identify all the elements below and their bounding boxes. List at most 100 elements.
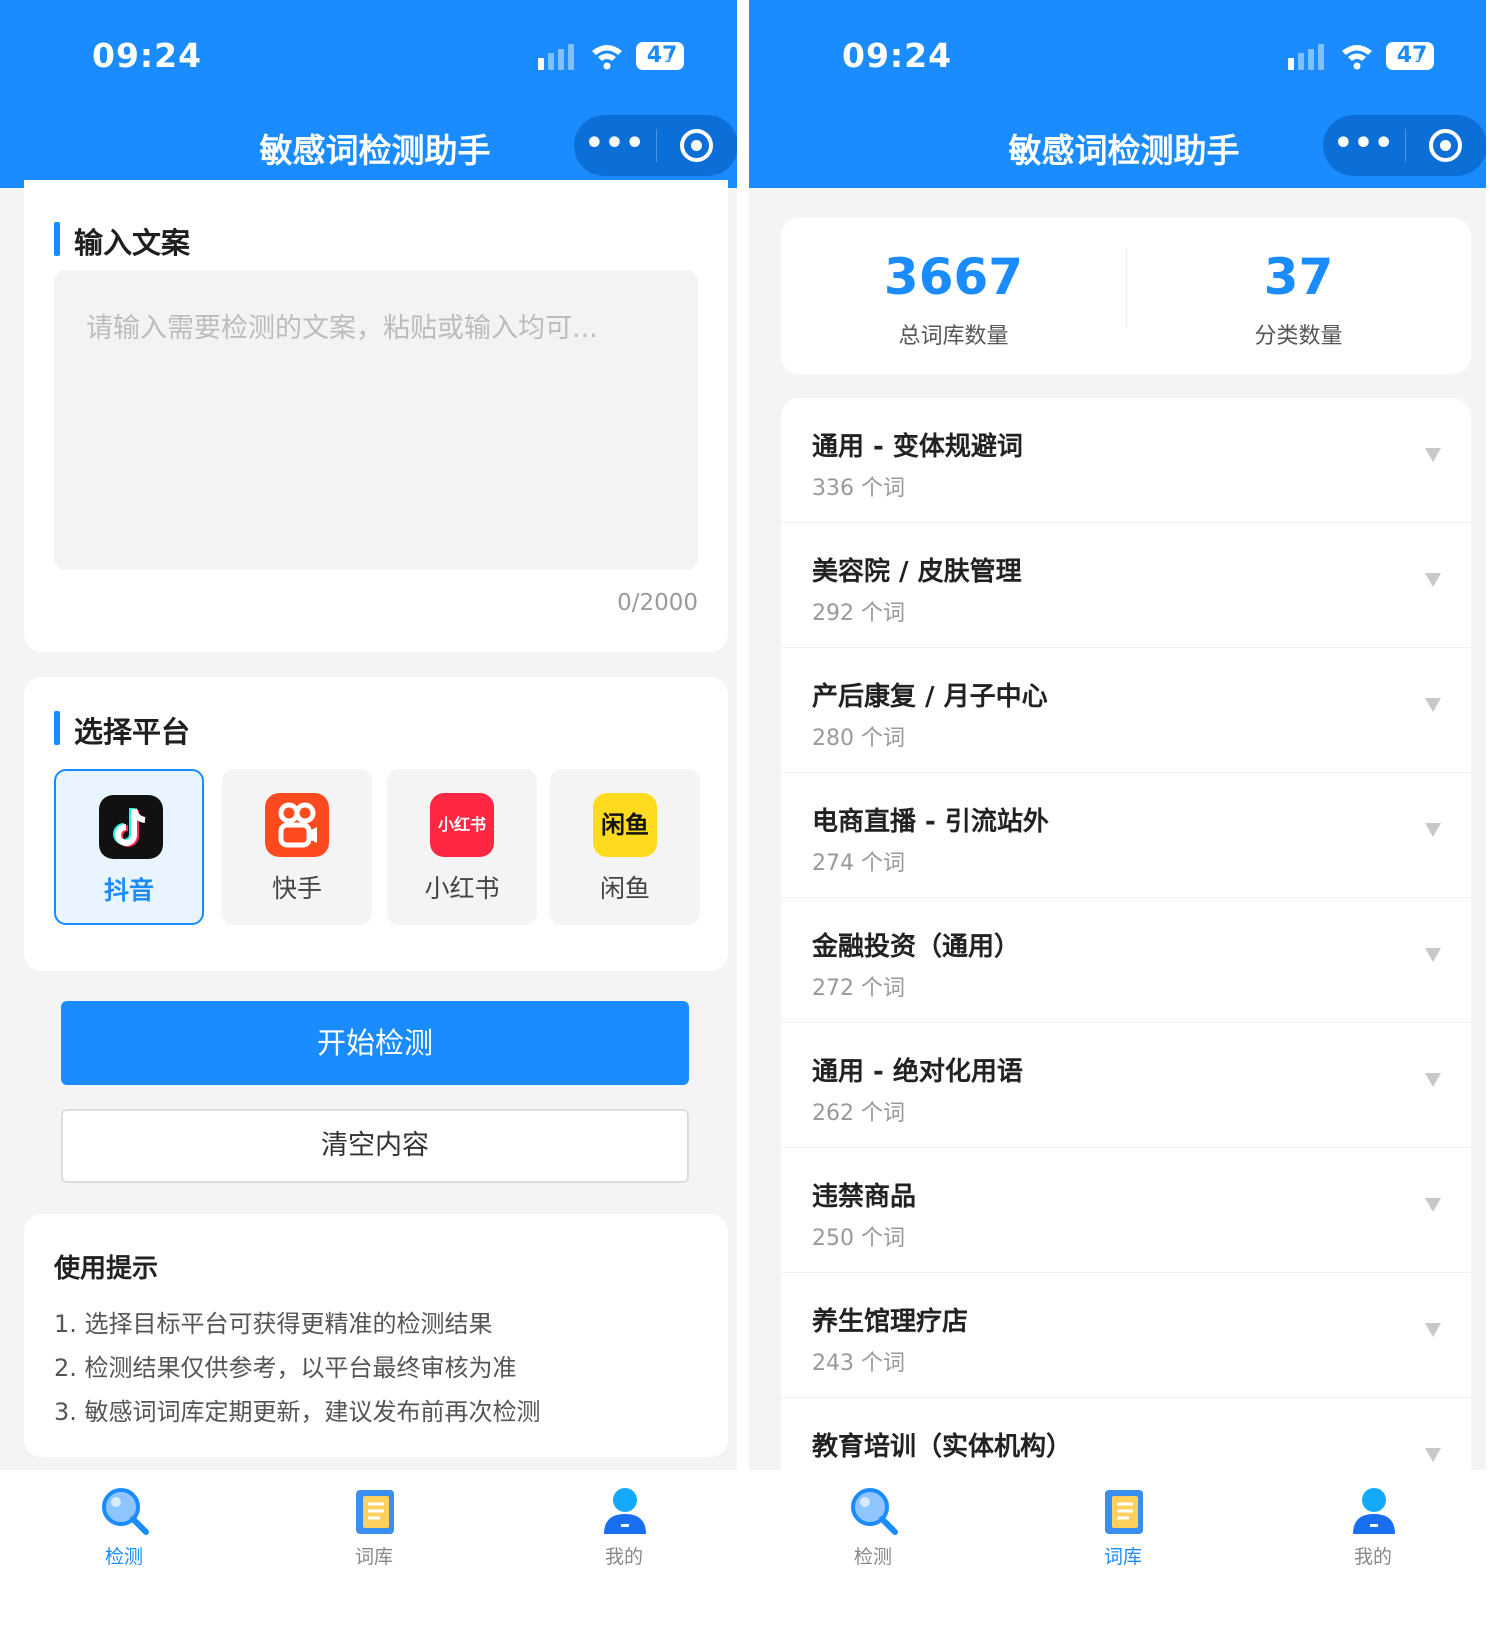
tab-library[interactable]: 词库 — [314, 1478, 434, 1578]
expand-arrow-icon[interactable] — [1425, 1198, 1441, 1212]
close-target-icon[interactable] — [680, 129, 713, 162]
battery-icon: 47 — [1386, 42, 1438, 70]
tip-item: 1. 选择目标平台可获得更精准的检测结果 — [54, 1310, 493, 1338]
tab-mine[interactable]: 我的 — [564, 1478, 684, 1578]
input-section-title: 输入文案 — [54, 220, 190, 262]
tab-label: 词库 — [1103, 1546, 1142, 1568]
category-word-count: 262 个词 — [812, 1101, 905, 1126]
status-time: 09:24 — [842, 36, 953, 75]
user-icon — [1353, 1488, 1395, 1534]
wifi-icon — [1342, 45, 1372, 70]
tips-title: 使用提示 — [54, 1254, 159, 1284]
category-item[interactable]: 养生馆理疗店 243 个词 — [781, 1273, 1471, 1398]
book-icon — [1105, 1490, 1143, 1534]
tab-label: 我的 — [604, 1546, 643, 1568]
wifi-icon — [592, 45, 622, 70]
mini-program-capsule: ••• — [574, 115, 737, 176]
library-screen: 09:24 47 敏感词检测助手 ••• 3667 总词库数量 37 分类数量 … — [749, 0, 1486, 1626]
input-card: 输入文案 0/2000 — [24, 180, 728, 652]
expand-arrow-icon[interactable] — [1425, 698, 1441, 712]
platform-kuaishou[interactable]: 快手 — [222, 769, 372, 925]
mini-program-capsule: ••• — [1323, 115, 1486, 176]
status-time: 09:24 — [92, 36, 203, 75]
top-bar: 09:24 47 敏感词检测助手 ••• — [0, 0, 737, 188]
category-item[interactable]: 通用 - 绝对化用语 262 个词 — [781, 1023, 1471, 1148]
stat-categories: 37 分类数量 — [1126, 218, 1471, 374]
category-name: 教育培训（实体机构） — [812, 1432, 1073, 1462]
expand-arrow-icon[interactable] — [1425, 823, 1441, 837]
category-item[interactable]: 产后康复 / 月子中心 280 个词 — [781, 648, 1471, 773]
category-item[interactable]: 金融投资（通用） 272 个词 — [781, 898, 1471, 1023]
tab-label: 词库 — [354, 1546, 393, 1568]
category-name: 金融投资（通用） — [812, 932, 1021, 962]
tab-mine[interactable]: 我的 — [1313, 1478, 1433, 1578]
expand-arrow-icon[interactable] — [1425, 448, 1441, 462]
tab-detect[interactable]: 检测 — [813, 1478, 933, 1578]
kuaishou-icon — [265, 793, 329, 857]
platform-name: 闲鱼 — [599, 874, 650, 903]
search-icon — [851, 1488, 898, 1535]
book-icon — [356, 1490, 394, 1534]
tab-label: 我的 — [1353, 1546, 1392, 1568]
douyin-icon — [99, 795, 163, 859]
category-name: 美容院 / 皮肤管理 — [812, 557, 1022, 587]
platform-section-title: 选择平台 — [54, 709, 190, 751]
more-button[interactable]: ••• — [574, 115, 656, 176]
expand-arrow-icon[interactable] — [1425, 1448, 1441, 1462]
clear-content-button[interactable]: 清空内容 — [61, 1109, 689, 1183]
platform-name: 快手 — [271, 874, 322, 903]
category-name: 违禁商品 — [812, 1182, 917, 1212]
category-word-count: 280 个词 — [812, 726, 905, 751]
expand-arrow-icon[interactable] — [1425, 573, 1441, 587]
platform-douyin[interactable]: 抖音 — [54, 769, 204, 925]
tab-library[interactable]: 词库 — [1063, 1478, 1183, 1578]
signal-icon — [538, 44, 574, 70]
tab-label: 检测 — [104, 1546, 143, 1568]
tip-item: 3. 敏感词词库定期更新，建议发布前再次检测 — [54, 1398, 541, 1426]
search-icon — [102, 1488, 149, 1535]
category-name: 养生馆理疗店 — [812, 1307, 969, 1337]
category-label: 分类数量 — [1254, 324, 1343, 349]
copy-text-input[interactable] — [54, 270, 698, 570]
category-word-count: 243 个词 — [812, 1351, 905, 1376]
category-name: 通用 - 绝对化用语 — [812, 1057, 1023, 1087]
expand-arrow-icon[interactable] — [1425, 948, 1441, 962]
user-icon — [604, 1488, 646, 1534]
category-word-count: 272 个词 — [812, 976, 905, 1001]
tab-detect[interactable]: 检测 — [64, 1478, 184, 1578]
platform-card: 选择平台 抖音 快手 小红书 小红书 闲鱼 闲鱼 — [24, 677, 728, 971]
category-word-count: 336 个词 — [812, 476, 905, 501]
category-item[interactable]: 通用 - 变体规避词 336 个词 — [781, 398, 1471, 523]
more-button[interactable]: ••• — [1323, 115, 1405, 176]
total-word-count: 3667 — [883, 248, 1024, 306]
platform-xiaohongshu[interactable]: 小红书 小红书 — [387, 769, 537, 925]
battery-icon: 47 — [636, 42, 688, 70]
platform-name: 抖音 — [103, 876, 154, 905]
detect-screen: 09:24 47 敏感词检测助手 ••• 输入文案 0/2000 — [0, 0, 737, 1626]
platform-xianyu[interactable]: 闲鱼 闲鱼 — [550, 769, 700, 925]
xianyu-icon: 闲鱼 — [593, 793, 657, 857]
category-item[interactable]: 美容院 / 皮肤管理 292 个词 — [781, 523, 1471, 648]
category-word-count: 274 个词 — [812, 851, 905, 876]
top-bar: 09:24 47 敏感词检测助手 ••• — [749, 0, 1486, 188]
category-name: 产后康复 / 月子中心 — [812, 682, 1048, 712]
expand-arrow-icon[interactable] — [1425, 1073, 1441, 1087]
category-name: 电商直播 - 引流站外 — [812, 807, 1049, 837]
tab-label: 检测 — [853, 1546, 892, 1568]
signal-icon — [1288, 44, 1324, 70]
close-target-icon[interactable] — [1429, 129, 1462, 162]
category-count: 37 — [1263, 248, 1334, 306]
category-list: 通用 - 变体规避词 336 个词 美容院 / 皮肤管理 292 个词 产后康复… — [781, 398, 1471, 1488]
expand-arrow-icon[interactable] — [1425, 1323, 1441, 1337]
total-word-label: 总词库数量 — [898, 324, 1009, 349]
platform-name: 小红书 — [424, 874, 500, 903]
category-word-count: 250 个词 — [812, 1226, 905, 1251]
tab-bar: 检测 词库 我的 — [0, 1470, 737, 1626]
start-detect-button[interactable]: 开始检测 — [61, 1001, 689, 1085]
char-counter: 0/2000 — [617, 590, 698, 616]
tab-bar: 检测 词库 我的 — [749, 1470, 1486, 1626]
category-item[interactable]: 违禁商品 250 个词 — [781, 1148, 1471, 1273]
category-item[interactable]: 电商直播 - 引流站外 274 个词 — [781, 773, 1471, 898]
platform-list: 抖音 快手 小红书 小红书 闲鱼 闲鱼 — [54, 769, 700, 925]
stat-total: 3667 总词库数量 — [781, 218, 1126, 374]
